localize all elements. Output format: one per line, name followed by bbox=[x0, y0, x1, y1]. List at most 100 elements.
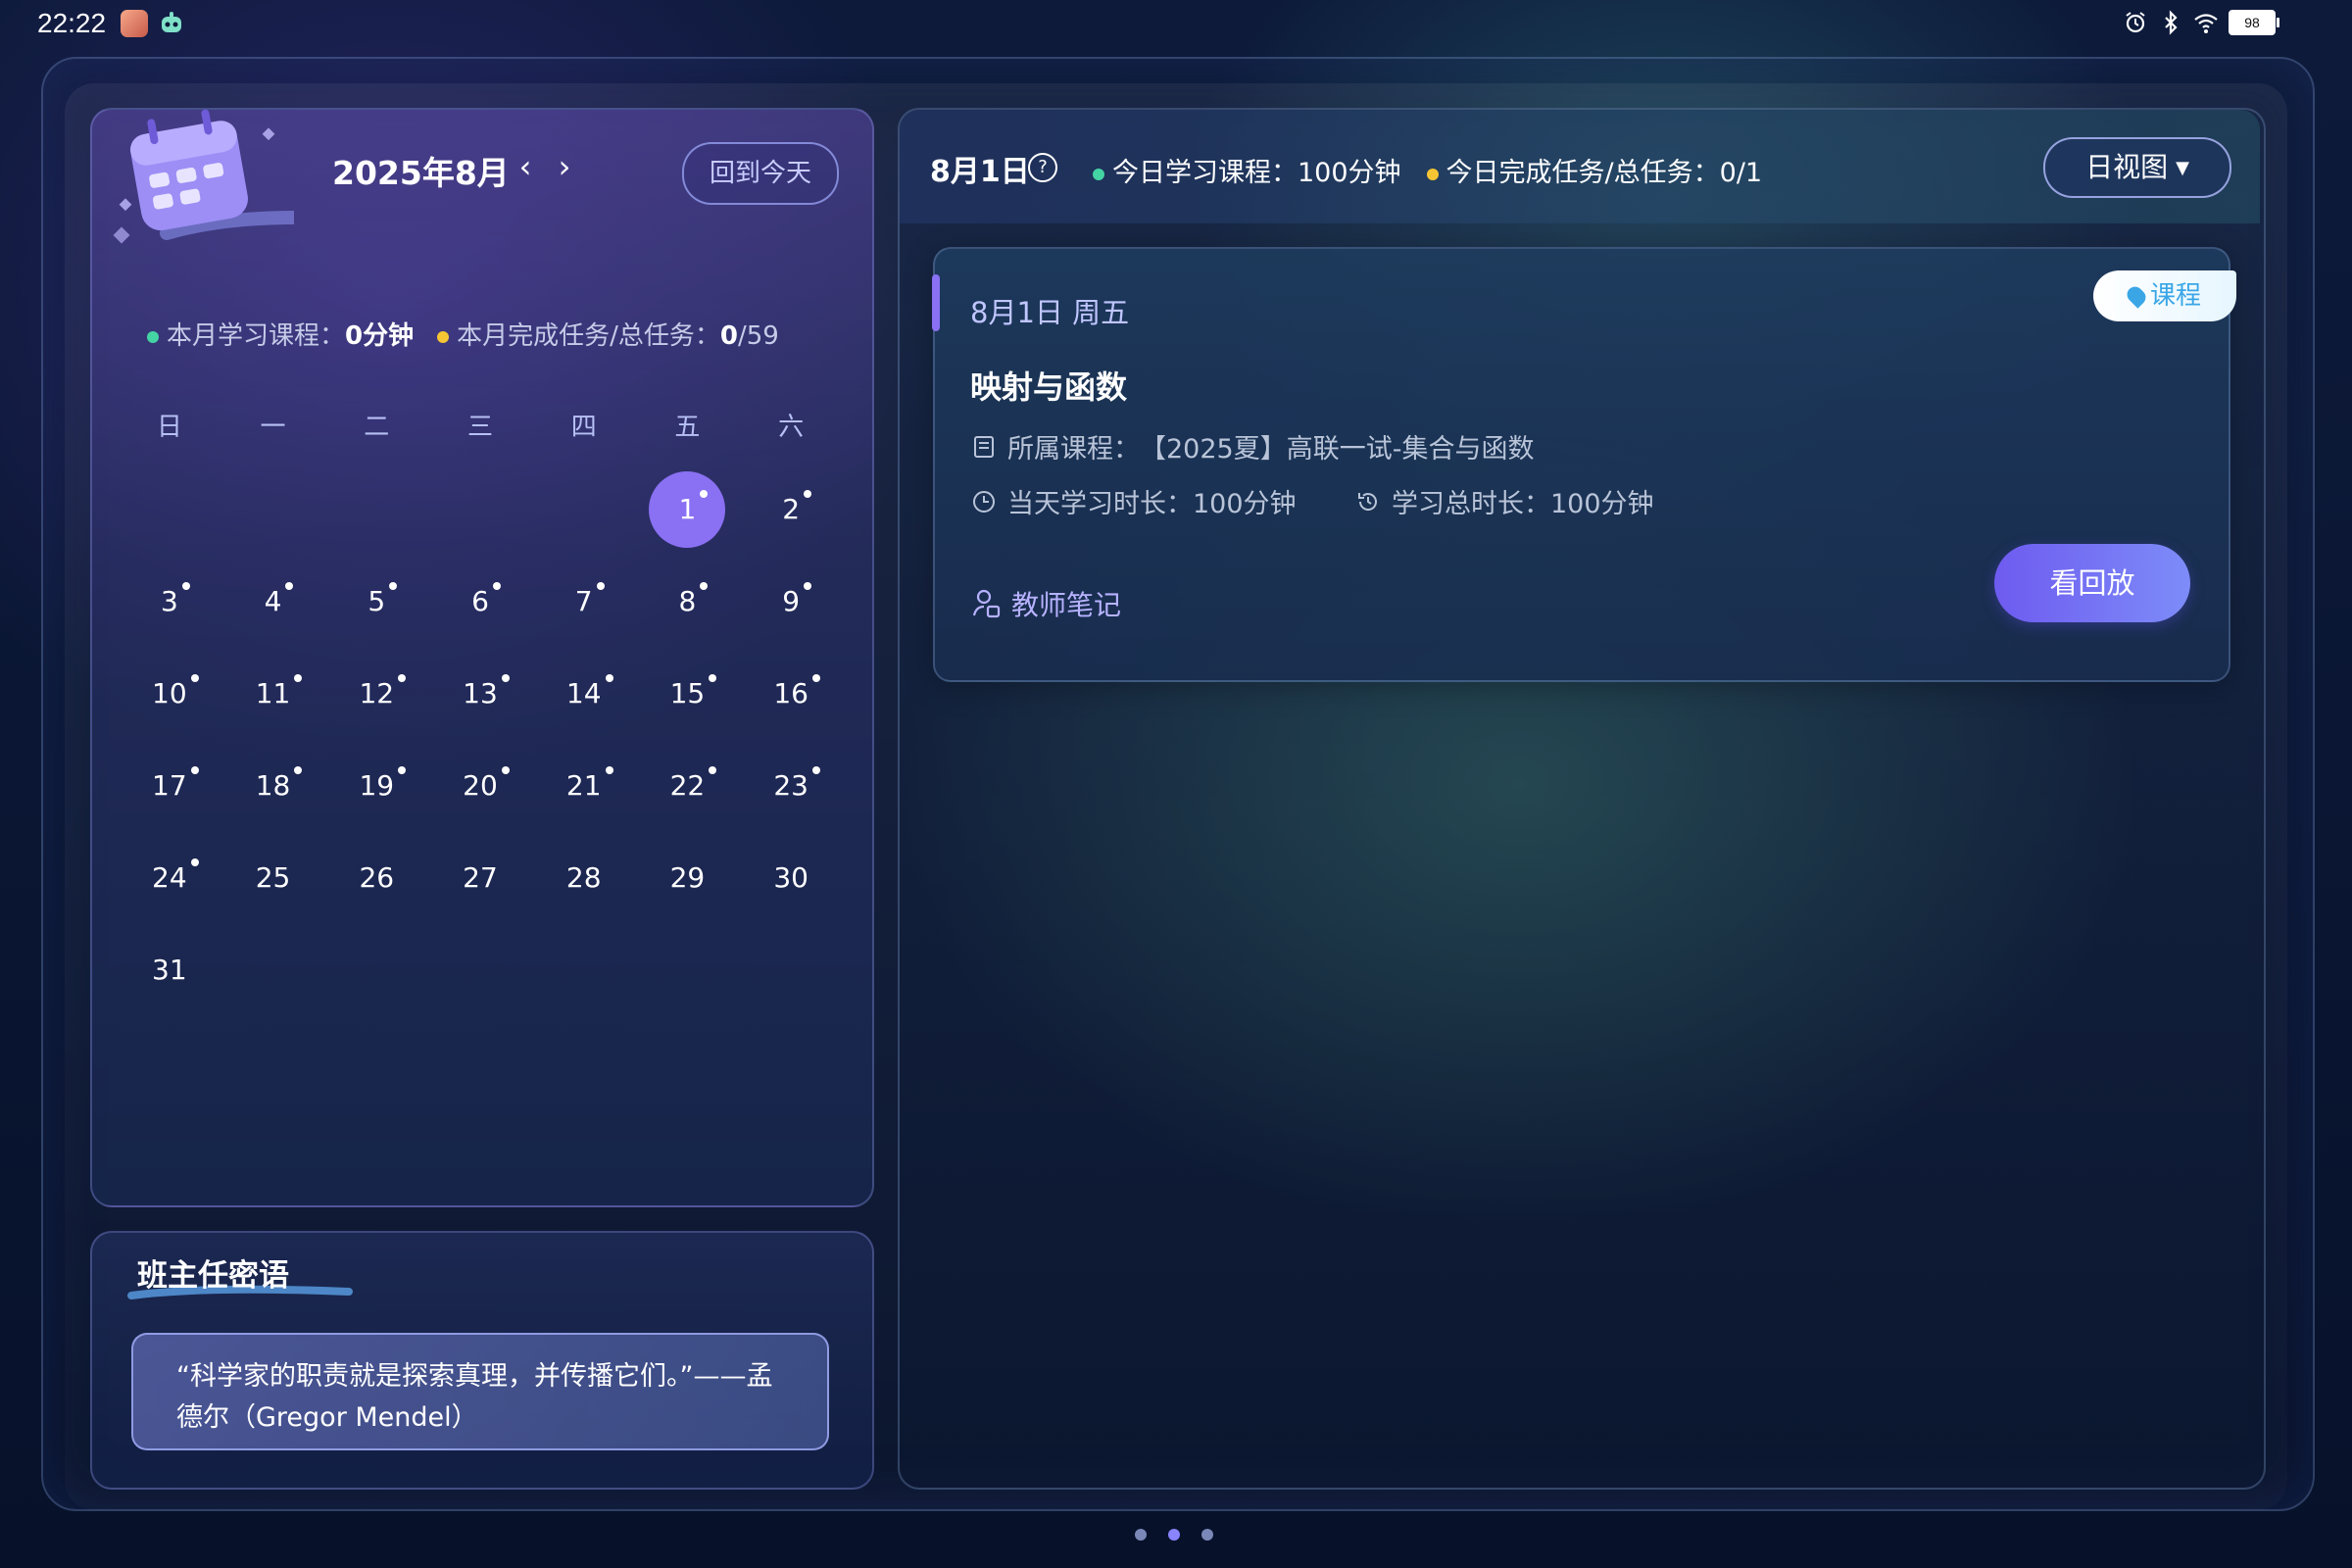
calendar-day[interactable]: 22 bbox=[636, 747, 740, 839]
empty-day-cell bbox=[428, 470, 532, 563]
calendar-day[interactable]: 27 bbox=[428, 839, 532, 931]
day-number-text: 24 bbox=[152, 861, 187, 894]
weekday-label: 日 bbox=[156, 413, 182, 442]
calendar-day[interactable]: 17 bbox=[118, 747, 221, 839]
weekday-label: 一 bbox=[260, 413, 286, 442]
has-task-dot-icon bbox=[811, 674, 820, 682]
replay-button[interactable]: 看回放 bbox=[1994, 544, 2190, 622]
has-task-dot-icon bbox=[605, 674, 613, 682]
day-number: 27 bbox=[463, 839, 498, 917]
next-month-button[interactable]: › bbox=[549, 147, 580, 186]
calendar-day[interactable]: 14 bbox=[532, 655, 636, 747]
day-number: 9 bbox=[782, 563, 812, 641]
weekday-label: 三 bbox=[466, 413, 493, 442]
battery-icon: 98 bbox=[2229, 10, 2279, 35]
calendar-day[interactable]: 28 bbox=[532, 839, 636, 931]
empty-day-cell bbox=[532, 470, 636, 563]
today-study-stat: 今日学习课程：100分钟 bbox=[1093, 151, 1401, 189]
day-number-text: 27 bbox=[463, 861, 498, 894]
calendar-day[interactable]: 29 bbox=[636, 839, 740, 931]
wifi-icon bbox=[2194, 14, 2218, 33]
has-task-dot-icon bbox=[398, 766, 407, 774]
calendar-day[interactable]: 18 bbox=[221, 747, 325, 839]
bluetooth-icon bbox=[2165, 10, 2178, 35]
help-icon[interactable]: ? bbox=[1028, 153, 1057, 182]
calendar-day[interactable]: 3 bbox=[118, 563, 221, 655]
calendar-day[interactable]: 16 bbox=[739, 655, 843, 747]
has-task-dot-icon bbox=[700, 582, 709, 590]
calendar-day[interactable]: 25 bbox=[221, 839, 325, 931]
month-study-stat: 本月学习课程：0分钟 bbox=[147, 316, 414, 352]
page-dot[interactable] bbox=[1135, 1529, 1147, 1541]
has-task-dot-icon bbox=[389, 582, 398, 590]
calendar-day[interactable]: 21 bbox=[532, 747, 636, 839]
has-task-dot-icon bbox=[190, 858, 199, 866]
calendar-day[interactable]: 24 bbox=[118, 839, 221, 931]
calendar-day[interactable]: 11 bbox=[221, 655, 325, 747]
calendar-day[interactable]: 10 bbox=[118, 655, 221, 747]
day-number-text: 28 bbox=[565, 861, 602, 894]
course-tag: 课程 bbox=[2093, 270, 2236, 321]
calendar-day[interactable]: 12 bbox=[324, 655, 428, 747]
empty-day-cell bbox=[324, 470, 428, 563]
day-duration: 当天学习时长：100分钟 bbox=[1007, 489, 1297, 519]
has-task-dot-icon bbox=[294, 674, 303, 682]
empty-day-cell bbox=[118, 470, 221, 563]
day-number-text: 31 bbox=[152, 954, 187, 986]
calendar-day[interactable]: 13 bbox=[428, 655, 532, 747]
weekday-label: 四 bbox=[570, 413, 597, 442]
day-number: 15 bbox=[670, 655, 717, 733]
month-study-value: 0分钟 bbox=[345, 321, 415, 351]
day-duration-row: 当天学习时长：100分钟 bbox=[972, 482, 1297, 520]
weekday-label: 五 bbox=[674, 413, 701, 442]
prev-month-button[interactable]: ‹ bbox=[510, 147, 541, 186]
page-dot[interactable] bbox=[1168, 1529, 1180, 1541]
day-number: 1 bbox=[678, 470, 709, 549]
day-number: 17 bbox=[152, 747, 199, 825]
day-number-text: 19 bbox=[359, 769, 395, 802]
back-to-today-button[interactable]: 回到今天 bbox=[682, 142, 839, 205]
calendar-day[interactable]: 23 bbox=[739, 747, 843, 839]
calendar-day[interactable]: 31 bbox=[118, 931, 221, 1023]
calendar-day[interactable]: 26 bbox=[324, 839, 428, 931]
calendar-day[interactable]: 4 bbox=[221, 563, 325, 655]
calendar-day[interactable]: 5 bbox=[324, 563, 428, 655]
calendar-day[interactable]: 9 bbox=[739, 563, 843, 655]
calendar-day[interactable]: 8 bbox=[636, 563, 740, 655]
location-pin-icon bbox=[2124, 283, 2149, 309]
view-mode-select[interactable]: 日视图 ▼ bbox=[2043, 137, 2231, 198]
day-number: 30 bbox=[773, 839, 808, 917]
calendar-day[interactable]: 7 bbox=[532, 563, 636, 655]
day-number: 21 bbox=[566, 747, 613, 825]
empty-day-cell bbox=[221, 470, 325, 563]
today-task-label: 今日完成任务/总任务： bbox=[1446, 158, 1720, 188]
day-number-text: 1 bbox=[678, 493, 697, 525]
yellow-dot-icon bbox=[1426, 168, 1439, 180]
calendar-day[interactable]: 19 bbox=[324, 747, 428, 839]
teacher-message-title: 班主任密语 bbox=[137, 1258, 289, 1294]
calendar-day[interactable]: 30 bbox=[739, 839, 843, 931]
day-number: 20 bbox=[463, 747, 510, 825]
calendar-day[interactable]: 1 bbox=[636, 470, 740, 563]
has-task-dot-icon bbox=[492, 582, 501, 590]
clock-icon bbox=[973, 490, 995, 513]
calendar-day[interactable]: 6 bbox=[428, 563, 532, 655]
calendar-day[interactable]: 20 bbox=[428, 747, 532, 839]
course-tag-label: 课程 bbox=[2149, 281, 2201, 311]
day-number: 4 bbox=[265, 563, 294, 641]
page-dot[interactable] bbox=[1201, 1529, 1213, 1541]
day-number: 26 bbox=[359, 839, 394, 917]
day-number-text: 29 bbox=[669, 861, 706, 894]
has-task-dot-icon bbox=[398, 674, 407, 682]
day-number: 18 bbox=[256, 747, 303, 825]
teacher-notes-link[interactable]: 教师笔记 bbox=[972, 584, 1121, 623]
calendar-day[interactable]: 2 bbox=[739, 470, 843, 563]
day-number-text: 11 bbox=[255, 677, 291, 710]
today-stats: 今日学习课程：100分钟 今日完成任务/总任务：0/1 bbox=[1093, 151, 1762, 189]
green-dot-icon bbox=[1093, 168, 1104, 180]
has-task-dot-icon bbox=[294, 766, 303, 774]
day-number: 3 bbox=[161, 563, 190, 641]
day-number: 25 bbox=[256, 839, 291, 917]
day-number-text: 14 bbox=[565, 677, 602, 710]
calendar-day[interactable]: 15 bbox=[636, 655, 740, 747]
